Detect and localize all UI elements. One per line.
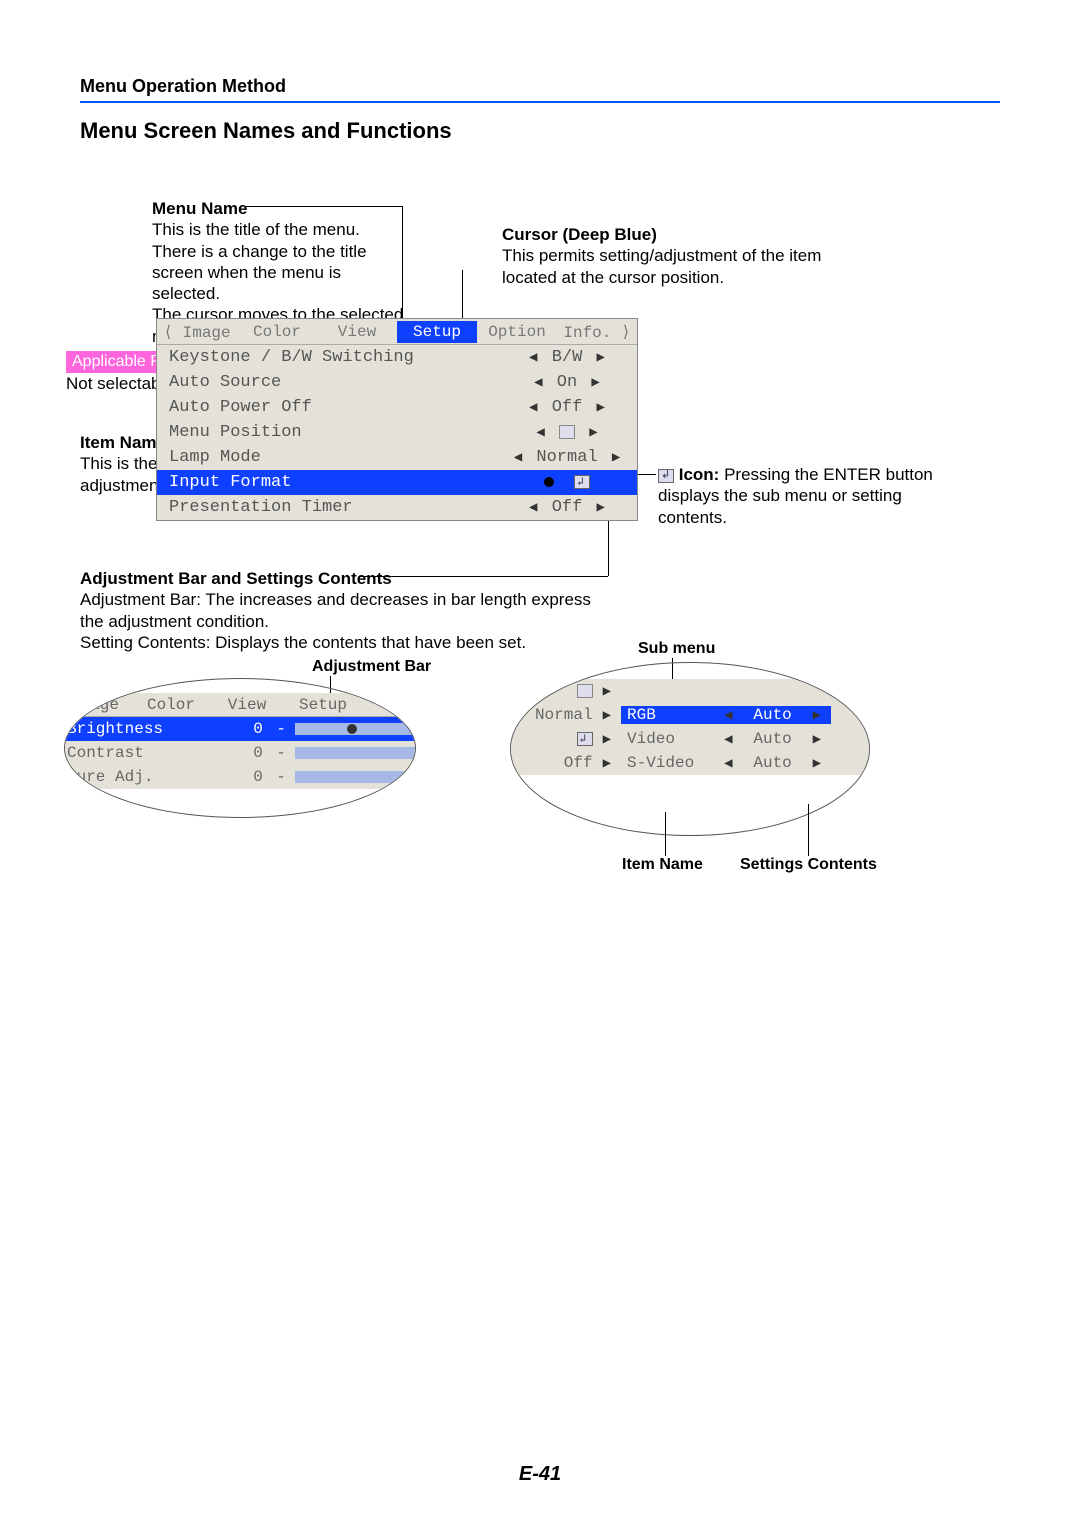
menu-item[interactable]: Lamp Mode◀ Normal ▶ [157, 445, 637, 470]
menu-item-label: Auto Source [163, 373, 503, 392]
leader-line [246, 206, 402, 207]
menu-item-value [503, 473, 631, 492]
submenu-right[interactable]: Video◀Auto▶ [621, 730, 831, 748]
enter-icon-inline [658, 469, 674, 483]
submenu-row: Off▶S-Video◀Auto▶ [511, 751, 870, 775]
ann-icon: Icon: Pressing the ENTER button displays… [658, 464, 948, 528]
leader-line [808, 804, 809, 856]
ann-icon-title: Icon: [679, 465, 720, 484]
menu-item[interactable]: Keystone / B/W Switching◀ B/W ▶ [157, 345, 637, 370]
menu-item-value: ◀ On ▶ [503, 373, 631, 392]
tab-option[interactable]: Option [477, 321, 557, 343]
menu-item-label: Lamp Mode [163, 448, 503, 467]
submenu-row: ▶ [511, 679, 870, 703]
leader-line [462, 270, 463, 318]
menu-item-value: ◀ Off ▶ [503, 498, 631, 517]
label-item-name: Item Name [622, 856, 703, 874]
page-number: E-41 [0, 1463, 1080, 1486]
submenu-right[interactable]: RGB◀Auto▶ [621, 706, 831, 724]
main-menu-diagram: Image Color View Setup Option Info. Keys… [156, 318, 638, 521]
menu-item-label: Menu Position [163, 423, 503, 442]
menu-item[interactable]: Auto Power Off◀ Off ▶ [157, 395, 637, 420]
inset-tab: Opt [361, 693, 416, 716]
leader-line [402, 206, 403, 318]
inset-tab: Setup [285, 693, 361, 716]
label-adjustment-bar: Adjustment Bar [312, 658, 431, 676]
ann-cursor: Cursor (Deep Blue) This permits setting/… [502, 224, 822, 288]
submenu-row: ▶Video◀Auto▶ [511, 727, 870, 751]
label-submenu: Sub menu [638, 640, 715, 658]
tab-color[interactable]: Color [237, 321, 317, 343]
ann-adjbar-body: Adjustment Bar: The increases and decrea… [80, 589, 600, 653]
menu-item[interactable]: Auto Source◀ On ▶ [157, 370, 637, 395]
ann-adjbar-title: Adjustment Bar and Settings Contents [80, 569, 392, 588]
leader-line [665, 812, 666, 856]
leader-line [360, 576, 608, 577]
page-header: Menu Operation Method [80, 76, 1000, 103]
menu-item[interactable]: Presentation Timer◀ Off ▶ [157, 495, 637, 520]
tab-view[interactable]: View [317, 321, 397, 343]
menu-item-label: Presentation Timer [163, 498, 503, 517]
section-title: Menu Screen Names and Functions [80, 118, 452, 144]
header-rule [80, 101, 1000, 103]
inset-tab: Color [133, 693, 209, 716]
menu-item-value: ◀ B/W ▶ [503, 348, 631, 367]
inset-adjustment: Image Color View Setup Opt Brightness0-+… [64, 678, 416, 818]
adjust-row[interactable]: Contrast0-+ [64, 741, 416, 765]
inset-tab: View [209, 693, 285, 716]
submenu-right[interactable]: S-Video◀Auto▶ [621, 754, 831, 772]
ann-cursor-title: Cursor (Deep Blue) [502, 225, 657, 244]
menu-item[interactable]: Menu Position◀ ▶ [157, 420, 637, 445]
tab-info[interactable]: Info. [557, 320, 637, 344]
menu-item-value: ◀ Off ▶ [503, 398, 631, 417]
menu-item-label: Auto Power Off [163, 398, 503, 417]
tab-image[interactable]: Image [157, 320, 237, 344]
inset-submenu: ▶Normal▶RGB◀Auto▶▶Video◀Auto▶Off▶S-Video… [510, 662, 870, 836]
menu-item-label: Input Format [163, 473, 503, 492]
header-title: Menu Operation Method [80, 76, 1000, 101]
tab-setup[interactable]: Setup [397, 321, 477, 343]
submenu-row: Normal▶RGB◀Auto▶ [511, 703, 870, 727]
menu-item-value: ◀ ▶ [503, 423, 631, 442]
menu-item-value: ◀ Normal ▶ [503, 448, 631, 467]
enter-icon [574, 475, 590, 489]
label-settings-contents: Settings Contents [740, 856, 877, 874]
ann-item-name-title: Item Name [80, 433, 166, 452]
menu-item[interactable]: Input Format [157, 470, 637, 495]
ann-menu-name-title: Menu Name [152, 199, 247, 218]
menu-tabs: Image Color View Setup Option Info. [157, 319, 637, 345]
ann-cursor-body: This permits setting/adjustment of the i… [502, 245, 822, 288]
adjust-row[interactable]: …ure Adj.0-+ [64, 765, 416, 789]
ann-adjbar: Adjustment Bar and Settings Contents Adj… [80, 568, 600, 653]
adjust-row[interactable]: Brightness0-+ [64, 717, 416, 741]
inset-tab: Image [64, 693, 133, 716]
menu-item-label: Keystone / B/W Switching [163, 348, 503, 367]
